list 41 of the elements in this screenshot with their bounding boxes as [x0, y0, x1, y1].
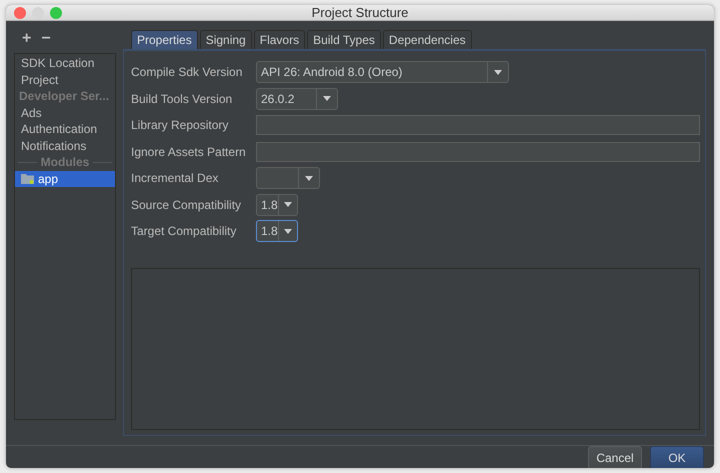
- field-label: Build Tools Version: [131, 92, 234, 106]
- caret-icon: [284, 202, 292, 208]
- dropdown[interactable]: 1.8: [256, 194, 298, 216]
- tab[interactable]: Dependencies: [382, 30, 472, 49]
- field-label: Ignore Assets Pattern: [131, 144, 247, 159]
- close-icon[interactable]: [14, 6, 26, 18]
- zoom-icon[interactable]: [50, 6, 62, 18]
- field-label: Target Compatibility: [131, 224, 238, 238]
- dropdown[interactable]: 26.0.2: [256, 88, 338, 110]
- tab[interactable]: Build Types: [307, 30, 381, 49]
- minimize-icon[interactable]: [32, 6, 44, 18]
- dropdown[interactable]: [256, 167, 320, 190]
- tab[interactable]: Flavors: [254, 30, 306, 49]
- field-label: Compile Sdk Version: [131, 65, 244, 80]
- caret-icon: [284, 228, 292, 234]
- caret-icon: [305, 176, 313, 181]
- dropdown[interactable]: API 26: Android 8.0 (Oreo): [256, 61, 509, 84]
- sidebar-item[interactable]: Project: [15, 72, 115, 88]
- sidebar-item[interactable]: Notifications: [15, 138, 115, 154]
- tab[interactable]: Properties: [131, 30, 198, 49]
- sidebar-item[interactable]: SDK Location: [15, 55, 115, 72]
- field-label: Source Compatibility: [131, 198, 242, 212]
- sidebar-item[interactable]: app: [15, 170, 115, 187]
- field-label: Library Repository: [131, 118, 230, 132]
- ok-button[interactable]: OK: [650, 446, 704, 468]
- cancel-button[interactable]: Cancel: [588, 446, 642, 468]
- window-title: Project Structure: [312, 5, 408, 20]
- folder-icon: [21, 173, 34, 184]
- input-field[interactable]: [256, 142, 700, 162]
- sidebar-item[interactable]: Ads: [15, 104, 115, 121]
- section-header: Developer Ser...: [18, 88, 110, 104]
- caret-icon: [323, 96, 331, 102]
- remove-button[interactable]: −: [41, 30, 51, 48]
- sidebar-item[interactable]: Authentication: [15, 121, 115, 138]
- caret-icon: [494, 70, 502, 75]
- section-header: Modules: [40, 155, 90, 170]
- dropdown[interactable]: 1.8: [256, 220, 298, 242]
- add-button[interactable]: +: [22, 30, 32, 48]
- tab[interactable]: Signing: [200, 30, 252, 49]
- field-label: Incremental Dex: [131, 171, 220, 186]
- input-field[interactable]: [256, 115, 700, 136]
